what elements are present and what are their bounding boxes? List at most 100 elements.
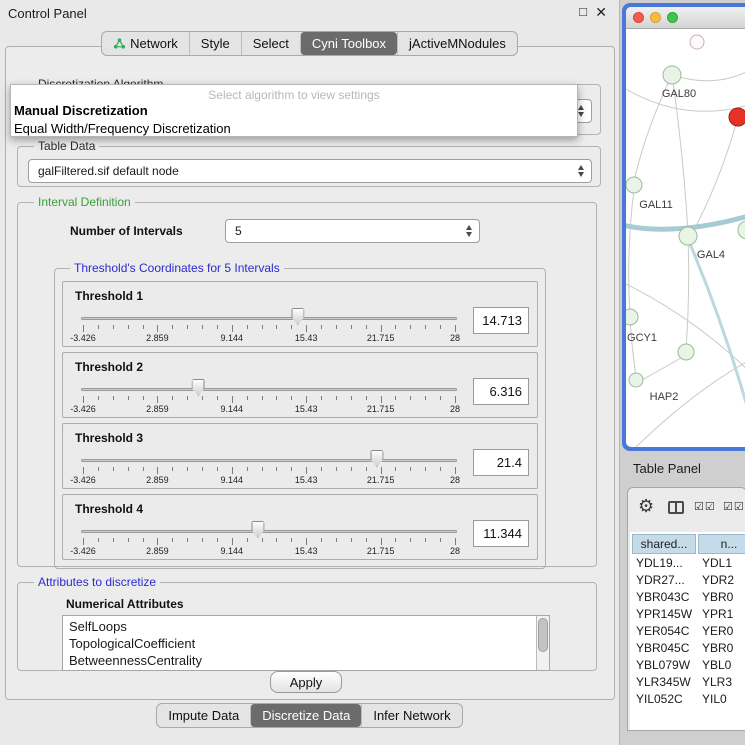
table-row[interactable]: YIL052CYIL0 [630, 692, 745, 709]
column-header[interactable]: shared... [632, 534, 696, 554]
select-columns-icon[interactable]: ☑☑ [723, 500, 745, 513]
column-header[interactable]: n... [698, 534, 745, 554]
control-panel-titlebar: Control Panel □ ✕ [0, 0, 619, 26]
scale-label: 9.144 [221, 475, 244, 485]
threshold-4-slider[interactable]: -3.4262.8599.14415.4321.71528 [77, 518, 461, 556]
threshold-panel: Threshold 4-3.4262.8599.14415.4321.71528… [62, 494, 538, 560]
threshold-value-field[interactable]: 21.4 [473, 449, 529, 476]
slider-thumb[interactable] [251, 521, 264, 538]
slider-tick [247, 396, 248, 400]
bottom-tab-discretize-data[interactable]: Discretize Data [250, 704, 361, 727]
scale-label: 2.859 [146, 404, 169, 414]
network-node[interactable] [690, 35, 704, 49]
slider-track[interactable] [81, 317, 457, 320]
mac-zoom-icon[interactable] [667, 12, 678, 23]
slider-tick [98, 396, 99, 400]
slider-thumb[interactable] [192, 379, 205, 396]
scrollbar-thumb[interactable] [538, 618, 548, 652]
slider-tick [291, 538, 292, 542]
network-node-gal80[interactable] [663, 66, 681, 84]
table-row[interactable]: YPR145WYPR1 [630, 607, 745, 624]
scale-label: -3.426 [70, 404, 96, 414]
network-edge [629, 189, 634, 314]
mac-minimize-icon[interactable] [650, 12, 661, 23]
network-window-titlebar [626, 7, 745, 29]
attribute-list-item[interactable]: BetweennessCentrality [69, 652, 549, 669]
table-row[interactable]: YDL19...YDL1 [630, 556, 745, 573]
bottom-tab-infer-network[interactable]: Infer Network [361, 704, 461, 727]
slider-tick [113, 396, 114, 400]
scale-label: 21.715 [367, 333, 395, 343]
slider-tick [291, 325, 292, 329]
slider-track[interactable] [81, 459, 457, 462]
threshold-value-field[interactable]: 14.713 [473, 307, 529, 334]
slider-track[interactable] [81, 388, 457, 391]
slider-tick [202, 325, 203, 329]
threshold-3-slider[interactable]: -3.4262.8599.14415.4321.71528 [77, 447, 461, 485]
attribute-list-item[interactable]: TopologicalCoefficient [69, 635, 549, 652]
table-cell: YDR2 [702, 573, 734, 587]
gear-icon[interactable]: ⚙ [638, 497, 654, 515]
close-icon[interactable]: ✕ [595, 4, 607, 21]
network-node[interactable] [738, 221, 745, 239]
table-columns-icon[interactable] [668, 501, 684, 514]
slider-tick [157, 396, 158, 403]
table-row[interactable]: YLR345WYLR3 [630, 675, 745, 692]
slider-tick [128, 538, 129, 542]
slider-track[interactable] [81, 530, 457, 533]
slider-tick [291, 396, 292, 400]
apply-button[interactable]: Apply [270, 671, 342, 693]
threshold-1-slider[interactable]: -3.4262.8599.14415.4321.71528 [77, 305, 461, 343]
network-edge [630, 321, 636, 377]
threshold-value-field[interactable]: 6.316 [473, 378, 529, 405]
tab-jactivemnodules[interactable]: jActiveMNodules [397, 32, 517, 55]
slider-thumb[interactable] [291, 308, 304, 325]
table-row[interactable]: YBL079WYBL0 [630, 658, 745, 675]
slider-tick [306, 538, 307, 545]
tab-select[interactable]: Select [241, 32, 300, 55]
mac-close-icon[interactable] [633, 12, 644, 23]
threshold-2-slider[interactable]: -3.4262.8599.14415.4321.71528 [77, 376, 461, 414]
network-canvas[interactable]: GAL80 GAL11 GAL4 GCY1 HAP2 [626, 29, 745, 447]
attribute-list-item[interactable]: SelfLoops [69, 618, 549, 635]
select-all-icon[interactable]: ☑☑ [694, 500, 716, 513]
slider-tick [232, 467, 233, 474]
table-panel-toolbar: ⚙ ☑☑ ☑☑ [628, 488, 745, 530]
network-node[interactable] [678, 344, 694, 360]
table-row[interactable]: YDR27...YDR2 [630, 573, 745, 590]
table-row[interactable]: YBR045CYBR0 [630, 641, 745, 658]
network-node-gal4[interactable] [679, 227, 697, 245]
tab-style[interactable]: Style [189, 32, 241, 55]
network-node-hap2[interactable] [629, 373, 643, 387]
table-data-combo[interactable]: galFiltered.sif default node [28, 159, 592, 183]
slider-tick [217, 325, 218, 329]
slider-tick [262, 325, 263, 329]
table-row[interactable]: YER054CYER0 [630, 624, 745, 641]
attributes-listbox: SelfLoopsTopologicalCoefficientBetweenne… [62, 615, 550, 671]
network-node-gcy1[interactable] [626, 309, 638, 325]
algorithm-option[interactable]: Equal Width/Frequency Discretization [11, 120, 577, 138]
table-row[interactable]: YBR043CYBR0 [630, 590, 745, 607]
selected-network-node[interactable] [729, 108, 745, 126]
slider-tick [366, 396, 367, 400]
tab-cyni-toolbox[interactable]: Cyni Toolbox [300, 32, 397, 55]
tab-network[interactable]: Network [102, 32, 189, 55]
node-label: HAP2 [650, 391, 679, 403]
number-of-intervals-combo[interactable]: 5 [225, 219, 480, 243]
combo-stepper-icon[interactable] [461, 223, 476, 239]
network-node-gal11[interactable] [626, 177, 642, 193]
algorithm-option[interactable]: Manual Discretization [11, 102, 577, 120]
float-window-icon[interactable]: □ [579, 4, 587, 19]
slider-thumb[interactable] [370, 450, 383, 467]
scale-label: 2.859 [146, 546, 169, 556]
node-label: GAL11 [639, 199, 672, 211]
scale-label: 21.715 [367, 404, 395, 414]
slider-tick [172, 538, 173, 542]
combo-stepper-icon[interactable] [573, 163, 588, 179]
slider-tick [276, 396, 277, 400]
bottom-tab-impute-data[interactable]: Impute Data [157, 704, 250, 727]
slider-tick [113, 467, 114, 471]
list-scrollbar[interactable] [536, 616, 549, 670]
slider-tick [366, 467, 367, 471]
threshold-value-field[interactable]: 11.344 [473, 520, 529, 547]
